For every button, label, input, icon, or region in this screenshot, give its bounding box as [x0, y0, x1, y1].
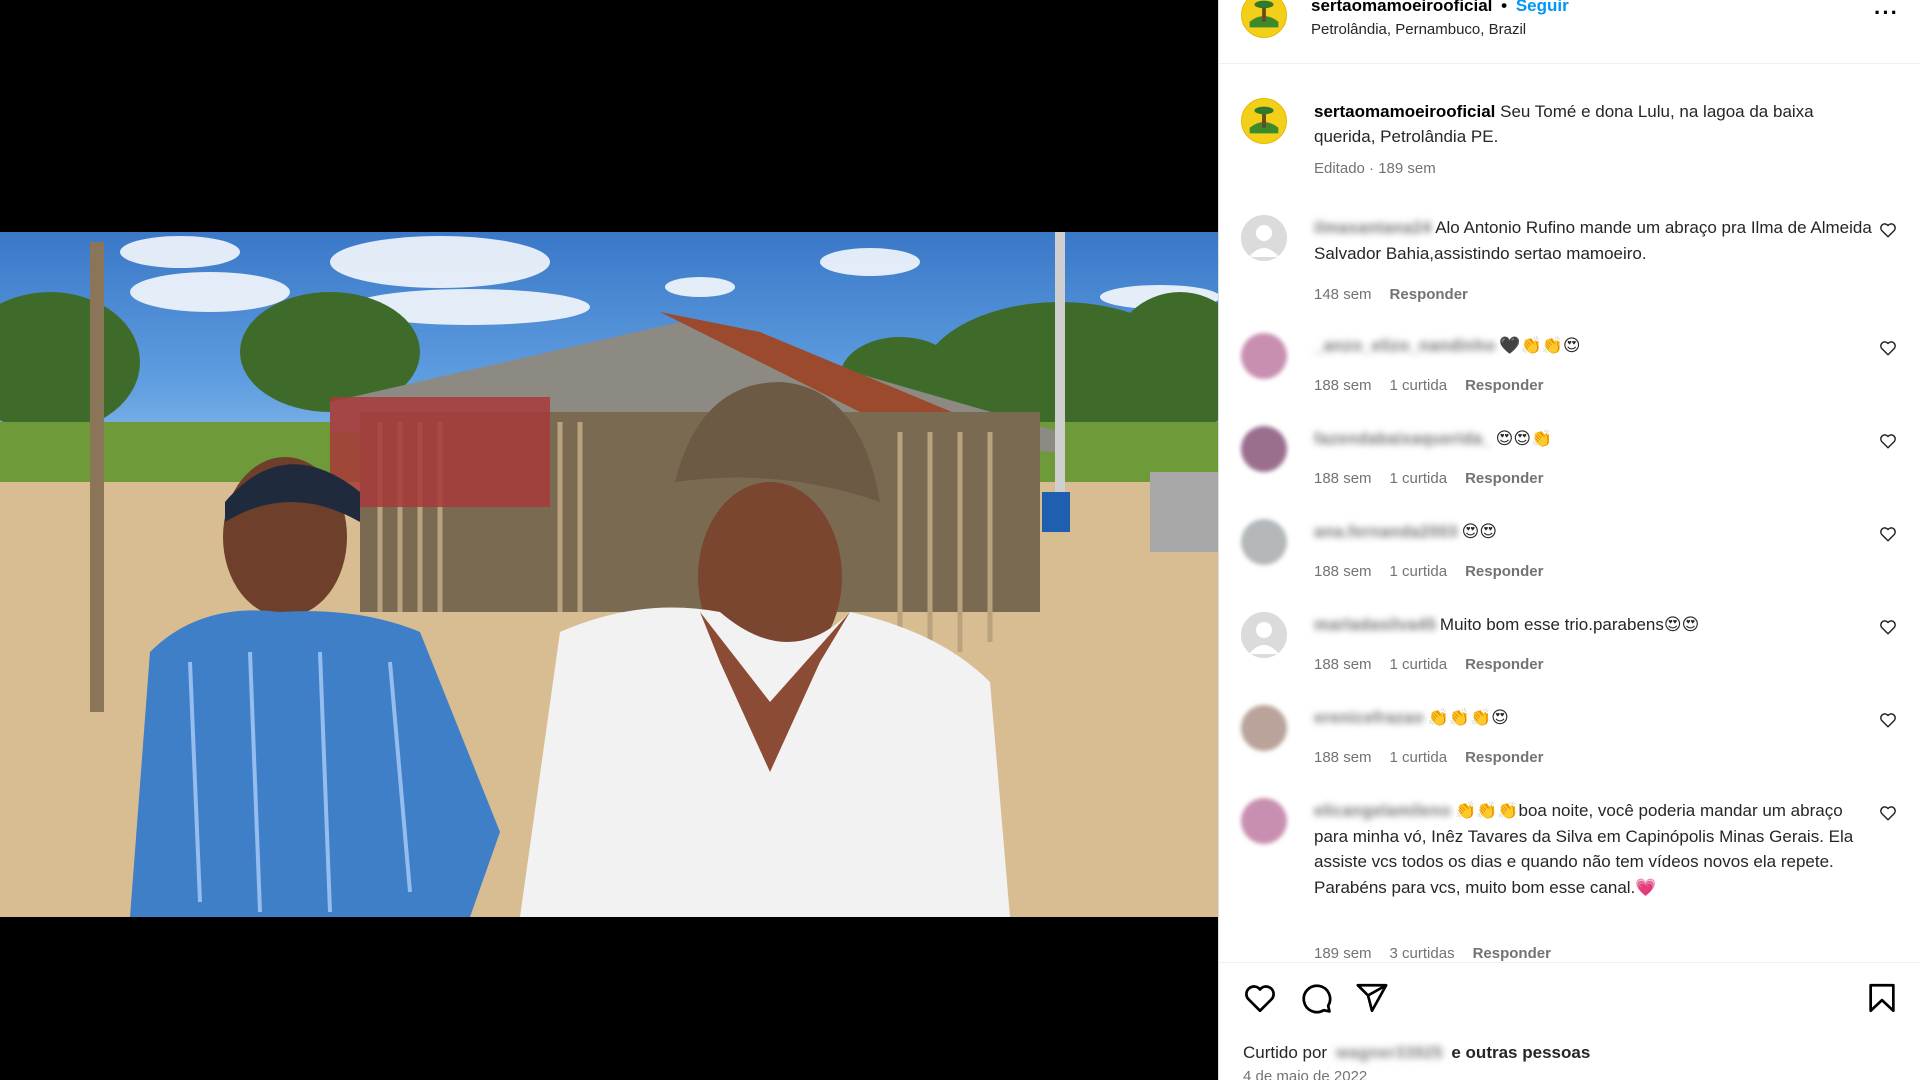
comment-meta: 188 sem 1 curtida Responder — [1314, 656, 1561, 673]
comment-time: 188 sem — [1314, 377, 1372, 394]
follow-button[interactable]: Seguir — [1516, 0, 1569, 15]
comment-username[interactable]: fazendabaixaquerida_ — [1314, 426, 1492, 452]
post-date: 4 de maio de 2022 — [1243, 1068, 1368, 1080]
comment-meta: 189 sem 3 curtidas Responder — [1314, 945, 1569, 962]
reply-button[interactable]: Responder — [1465, 656, 1543, 673]
post-caption: sertaomamoeirooficial Seu Tomé e dona Lu… — [1219, 94, 1920, 184]
comment-like-icon[interactable] — [1879, 432, 1897, 450]
post-header: sertaomamoeirooficial • Seguir Petrolând… — [1219, 0, 1920, 64]
reply-button[interactable]: Responder — [1465, 563, 1543, 580]
caption-meta: Editado · 189 sem — [1314, 160, 1436, 177]
liked-by-prefix: Curtido por — [1243, 1043, 1328, 1062]
comment-like-icon[interactable] — [1879, 804, 1897, 822]
comment-text: 🖤👏👏😍 — [1499, 336, 1581, 355]
comment-username[interactable]: erenicefrazao — [1314, 705, 1424, 731]
comment-text-block: elicangelamileno 👏👏👏boa noite, você poder… — [1314, 798, 1874, 900]
action-bar: Curtido por wagner33925 e outras pessoas — [1219, 962, 1920, 1080]
reply-button[interactable]: Responder — [1465, 470, 1543, 487]
reply-button[interactable]: Responder — [1390, 286, 1468, 303]
comment-text-block: _anzo_elizo_nandinho 🖤👏👏😍 — [1314, 333, 1874, 359]
commenter-avatar[interactable] — [1241, 426, 1287, 472]
account-logo — [1242, 99, 1286, 143]
liked-by-suffix[interactable]: e outras pessoas — [1451, 1043, 1590, 1062]
liked-by-line: Curtido por wagner33925 e outras pessoas — [1243, 1043, 1590, 1063]
comment-time: 188 sem — [1314, 470, 1372, 487]
post-username[interactable]: sertaomamoeirooficial — [1311, 0, 1492, 15]
comment-text-block: fazendabaixaquerida_ 😍😍👏 — [1314, 426, 1874, 452]
comment-like-icon[interactable] — [1879, 711, 1897, 729]
comment-username[interactable]: ana.fernanda2003 — [1314, 519, 1458, 545]
comment-like-icon[interactable] — [1879, 339, 1897, 357]
comment-time: 189 sem — [1314, 945, 1372, 962]
comment-time: 188 sem — [1314, 563, 1372, 580]
commenter-avatar[interactable] — [1241, 798, 1287, 844]
comment-likes[interactable]: 1 curtida — [1390, 563, 1448, 580]
comment-meta: 148 sem Responder — [1314, 286, 1486, 303]
more-horizontal-icon[interactable]: ··· — [1874, 2, 1899, 24]
default-avatar-icon — [1241, 215, 1287, 261]
photo-scene — [0, 232, 1218, 917]
post-details-panel: sertaomamoeirooficial • Seguir Petrolând… — [1218, 0, 1920, 1080]
comment-text-block: erenicefrazao 👏👏👏😍 — [1314, 705, 1874, 731]
comment-time: 148 sem — [1314, 286, 1372, 303]
post-header-user-line: sertaomamoeirooficial • Seguir — [1311, 0, 1569, 16]
comment-like-icon[interactable] — [1879, 525, 1897, 543]
comment-text-block: marladasilva45 Muito bom esse trio.parabe… — [1314, 612, 1874, 638]
commenter-avatar[interactable] — [1241, 333, 1287, 379]
comment-text: 👏👏👏😍 — [1427, 708, 1509, 727]
commenter-avatar[interactable] — [1241, 705, 1287, 751]
heart-icon[interactable] — [1243, 981, 1277, 1015]
commenter-avatar[interactable] — [1241, 519, 1287, 565]
account-avatar[interactable] — [1241, 0, 1287, 38]
instagram-post-view: sertaomamoeirooficial • Seguir Petrolând… — [0, 0, 1920, 1080]
comment-username[interactable]: ilmasantana24 — [1314, 215, 1431, 241]
comment-like-icon[interactable] — [1879, 618, 1897, 636]
reply-button[interactable]: Responder — [1473, 945, 1551, 962]
account-logo — [1242, 0, 1286, 37]
bookmark-icon[interactable] — [1865, 981, 1899, 1015]
reply-button[interactable]: Responder — [1465, 749, 1543, 766]
comment-username[interactable]: elicangelamileno — [1314, 798, 1451, 824]
comment-icon[interactable] — [1299, 981, 1333, 1015]
post-photo — [0, 232, 1218, 917]
comment-likes[interactable]: 1 curtida — [1390, 656, 1448, 673]
comment-like-icon[interactable] — [1879, 221, 1897, 239]
comment-text-block: ilmasantana24 Alo Antonio Rufino mande um… — [1314, 215, 1874, 266]
caption-text-block: sertaomamoeirooficial Seu Tomé e dona Lu… — [1314, 99, 1874, 149]
post-location[interactable]: Petrolândia, Pernambuco, Brazil — [1311, 21, 1526, 38]
comment-text: 😍😍👏 — [1495, 429, 1553, 448]
default-avatar-icon — [1241, 612, 1287, 658]
share-icon[interactable] — [1355, 981, 1389, 1015]
comment-meta: 188 sem 1 curtida Responder — [1314, 563, 1561, 580]
caption-avatar[interactable] — [1241, 98, 1287, 144]
comment-meta: 188 sem 1 curtida Responder — [1314, 470, 1561, 487]
caption-username[interactable]: sertaomamoeirooficial — [1314, 102, 1495, 121]
comment-likes[interactable]: 3 curtidas — [1390, 945, 1455, 962]
liked-by-user[interactable]: wagner33925 — [1336, 1043, 1443, 1062]
comment-likes[interactable]: 1 curtida — [1390, 749, 1448, 766]
comment-username[interactable]: marladasilva45 — [1314, 612, 1436, 638]
comment-meta: 188 sem 1 curtida Responder — [1314, 749, 1561, 766]
comment-meta: 188 sem 1 curtida Responder — [1314, 377, 1561, 394]
comment-text: 😍😍 — [1461, 522, 1498, 541]
reply-button[interactable]: Responder — [1465, 377, 1543, 394]
comment-text-block: ana.fernanda2003 😍😍 — [1314, 519, 1874, 545]
comment-likes[interactable]: 1 curtida — [1390, 377, 1448, 394]
comment-username[interactable]: _anzo_elizo_nandinho — [1314, 333, 1495, 359]
commenter-avatar[interactable] — [1241, 612, 1287, 658]
comment-time: 188 sem — [1314, 656, 1372, 673]
comment-likes[interactable]: 1 curtida — [1390, 470, 1448, 487]
comment-text: Muito bom esse trio.parabens😍😍 — [1439, 615, 1700, 634]
separator-dot: • — [1501, 0, 1508, 15]
comment-time: 188 sem — [1314, 749, 1372, 766]
commenter-avatar[interactable] — [1241, 215, 1287, 261]
post-media[interactable] — [0, 0, 1218, 1080]
